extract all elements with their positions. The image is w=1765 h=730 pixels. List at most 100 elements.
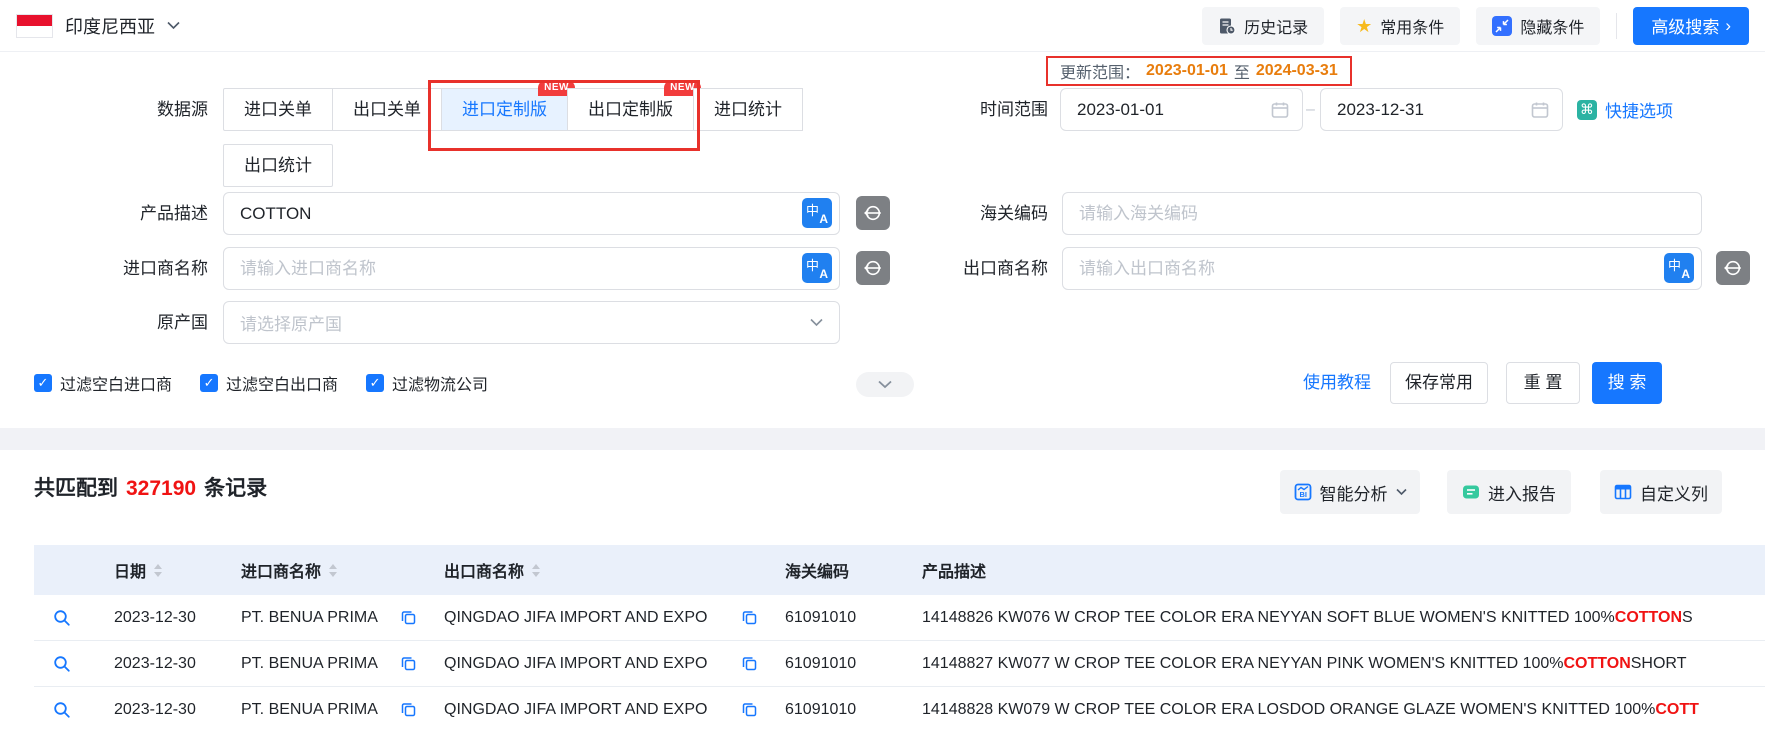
tab-label: 出口统计	[244, 156, 312, 175]
origin-country-label: 原产国	[0, 301, 208, 344]
update-range-end: 2024-03-31	[1256, 62, 1338, 80]
fuzzy-match-button[interactable]	[1716, 251, 1750, 285]
checkbox-filter-blank-importer[interactable]: ✓ 过滤空白进口商	[34, 371, 172, 395]
table-row: 2023-12-30 PT. BENUA PRIMA QINGDAO JIFA …	[34, 595, 1765, 641]
history-label: 历史记录	[1244, 14, 1308, 38]
desc-highlight: COTTON	[1563, 655, 1630, 673]
sort-icon[interactable]	[329, 564, 337, 577]
advanced-search-button[interactable]: 高级搜索 ›	[1633, 7, 1749, 45]
tab-export-declaration[interactable]: 出口关单	[332, 88, 442, 131]
importer-input[interactable]	[223, 247, 840, 290]
hs-code-input[interactable]	[1062, 192, 1702, 235]
copy-button[interactable]	[401, 656, 416, 671]
chevron-down-icon	[878, 380, 892, 389]
exporter-name: QINGDAO JIFA IMPORT AND EXPO	[444, 609, 707, 627]
chevron-right-icon: ›	[1725, 16, 1731, 36]
reset-button[interactable]: 重 置	[1506, 362, 1580, 404]
desc-highlight: COTTON	[1615, 609, 1682, 627]
exporter-field: 中A	[1062, 247, 1702, 290]
header-importer: 进口商名称	[225, 558, 428, 582]
quick-options-button[interactable]: ⌘ 快捷选项	[1577, 88, 1673, 131]
enter-report-button[interactable]: 进入报告	[1447, 470, 1571, 514]
tab-import-custom[interactable]: 进口定制版 NEW	[441, 88, 568, 131]
date-start-input[interactable]: 2023-01-01	[1060, 88, 1303, 131]
update-range-annotation: 更新范围： 2023-01-01 至 2024-03-31	[1046, 56, 1352, 86]
checkbox-filter-blank-exporter[interactable]: ✓ 过滤空白出口商	[200, 371, 338, 395]
tutorial-link[interactable]: 使用教程	[1303, 362, 1371, 404]
hs-code-field	[1062, 192, 1702, 235]
copy-icon	[742, 610, 757, 625]
header-label: 出口商名称	[444, 558, 524, 582]
history-button[interactable]: 历史记录	[1202, 7, 1324, 45]
collapse-icon	[1492, 16, 1512, 36]
hide-conditions-button[interactable]: 隐藏条件	[1476, 7, 1600, 45]
desc-text: 14148827 KW077 W CROP TEE COLOR ERA NEYY…	[922, 655, 1563, 673]
copy-icon	[401, 656, 416, 671]
update-range-label: 更新范围：	[1060, 59, 1140, 83]
svg-text:BI: BI	[1299, 490, 1307, 499]
product-desc-input[interactable]	[223, 192, 840, 235]
cell-product-desc: 14148828 KW079 W CROP TEE COLOR ERA LOSD…	[906, 701, 1765, 719]
exporter-input[interactable]	[1062, 247, 1702, 290]
table-row: 2023-12-30 PT. BENUA PRIMA QINGDAO JIFA …	[34, 687, 1765, 730]
desc-text: S	[1682, 609, 1693, 627]
tab-import-declaration[interactable]: 进口关单	[223, 88, 333, 131]
header-label: 海关编码	[785, 558, 849, 582]
header-label: 日期	[114, 558, 146, 582]
hs-code-label: 海关编码	[860, 192, 1048, 235]
country-selector[interactable]: 印度尼西亚	[16, 13, 180, 39]
smart-analysis-label: 智能分析	[1320, 480, 1388, 505]
country-name: 印度尼西亚	[65, 13, 155, 39]
calendar-icon	[1530, 100, 1550, 120]
tab-export-statistics[interactable]: 出口统计	[223, 144, 333, 187]
desc-text: 14148826 KW076 W CROP TEE COLOR ERA NEYY…	[922, 609, 1615, 627]
importer-label: 进口商名称	[0, 247, 208, 290]
view-detail-button[interactable]	[53, 609, 71, 627]
trade-data-search-page: 印度尼西亚 历史记录 ★ 常用条件 隐藏条件 高级搜索 › 更新范围：	[0, 0, 1765, 730]
magnifier-icon	[53, 609, 71, 627]
cell-exporter: QINGDAO JIFA IMPORT AND EXPO	[428, 701, 769, 719]
translate-icon[interactable]: 中A	[802, 198, 832, 228]
datasource-label: 数据源	[0, 88, 208, 131]
view-detail-button[interactable]	[53, 655, 71, 673]
origin-country-placeholder: 请选择原产国	[240, 310, 810, 335]
copy-button[interactable]	[742, 702, 757, 717]
importer-field: 中A	[223, 247, 840, 290]
smart-analysis-button[interactable]: BI 智能分析	[1280, 470, 1420, 514]
tab-import-statistics[interactable]: 进口统计	[693, 88, 803, 131]
favorite-conditions-button[interactable]: ★ 常用条件	[1340, 7, 1460, 45]
count-prefix: 共匹配到	[34, 472, 118, 502]
cell-importer: PT. BENUA PRIMA	[225, 609, 428, 627]
table-row: 2023-12-30 PT. BENUA PRIMA QINGDAO JIFA …	[34, 641, 1765, 687]
save-conditions-button[interactable]: 保存常用	[1390, 362, 1488, 404]
date-range-separator: –	[1301, 88, 1320, 131]
divider	[1616, 13, 1617, 39]
sort-icon[interactable]	[532, 564, 540, 577]
translate-icon[interactable]: 中A	[802, 253, 832, 283]
copy-button[interactable]	[742, 656, 757, 671]
checkbox-filter-logistics[interactable]: ✓ 过滤物流公司	[366, 371, 488, 395]
view-detail-button[interactable]	[53, 701, 71, 719]
custom-columns-button[interactable]: 自定义列	[1600, 470, 1722, 514]
cell-hs-code: 61091010	[769, 655, 906, 673]
product-desc-field: 中A	[223, 192, 840, 235]
tab-export-custom[interactable]: 出口定制版 NEW	[567, 88, 694, 131]
date-end-input[interactable]: 2023-12-31	[1320, 88, 1563, 131]
collapse-form-button[interactable]	[856, 372, 914, 397]
copy-button[interactable]	[742, 610, 757, 625]
sort-icon[interactable]	[154, 564, 162, 577]
copy-button[interactable]	[401, 610, 416, 625]
advanced-search-label: 高级搜索	[1651, 13, 1719, 38]
calendar-icon	[1270, 100, 1290, 120]
copy-button[interactable]	[401, 702, 416, 717]
columns-icon	[1614, 483, 1632, 501]
count-value: 327190	[126, 477, 196, 501]
tab-label: 进口定制版	[462, 100, 547, 119]
star-icon: ★	[1356, 17, 1372, 35]
translate-icon[interactable]: 中A	[1664, 253, 1694, 283]
origin-country-select[interactable]: 请选择原产国	[223, 301, 840, 344]
bi-chart-icon: BI	[1294, 483, 1312, 501]
search-button[interactable]: 搜 索	[1592, 362, 1662, 404]
cell-hs-code: 61091010	[769, 609, 906, 627]
filter-checkbox-row: ✓ 过滤空白进口商 ✓ 过滤空白出口商 ✓ 过滤物流公司	[34, 362, 488, 404]
